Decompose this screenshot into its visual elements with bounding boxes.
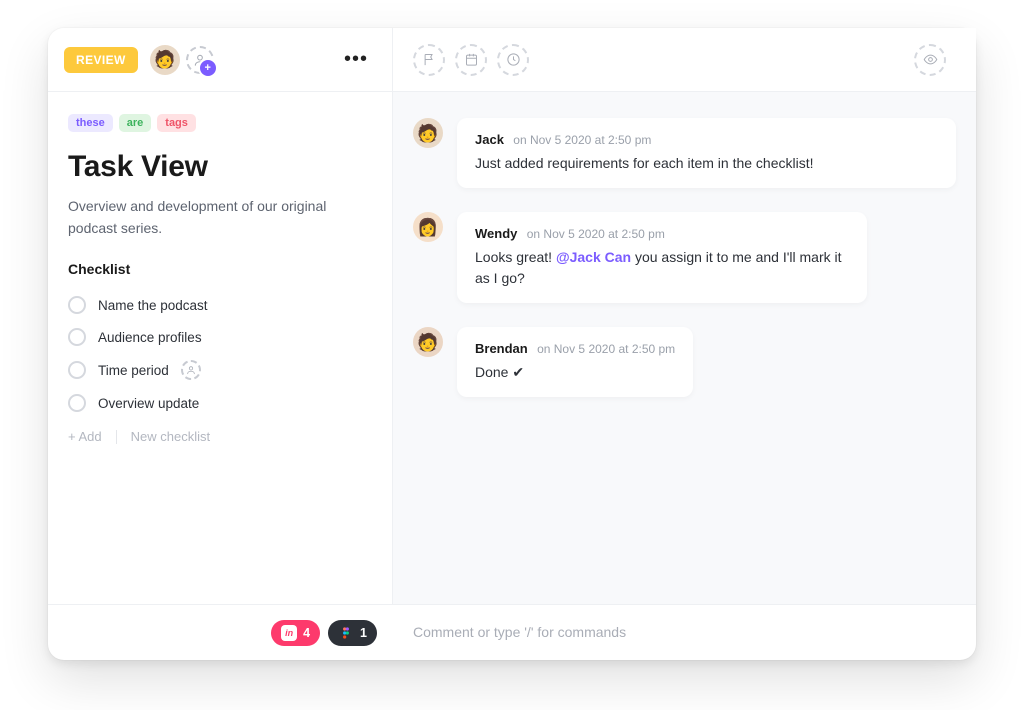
tag-row: these are tags	[68, 114, 372, 132]
divider	[116, 430, 117, 444]
invision-icon: in	[281, 625, 297, 641]
footer-right	[393, 624, 976, 642]
assignee-row: 🧑 +	[150, 45, 214, 75]
checklist-item-label: Overview update	[98, 396, 199, 411]
comment-input[interactable]	[413, 624, 956, 640]
checkbox[interactable]	[68, 394, 86, 412]
left-header: REVIEW 🧑 + •••	[48, 28, 392, 92]
avatar[interactable]: 👩	[413, 212, 443, 242]
add-assignee-button[interactable]: +	[186, 46, 214, 74]
checkbox[interactable]	[68, 361, 86, 379]
attachment-chip-invision[interactable]: in 4	[271, 620, 320, 646]
flag-icon	[422, 52, 437, 67]
plus-icon: +	[200, 60, 216, 76]
comment-timestamp: on Nov 5 2020 at 2:50 pm	[537, 342, 675, 356]
comment-body: Just added requirements for each item in…	[475, 153, 938, 174]
comment-body: Looks great! @Jack Can you assign it to …	[475, 247, 849, 289]
task-view-card: REVIEW 🧑 + ••• these are tags Task View	[48, 28, 976, 660]
time-button[interactable]	[497, 44, 529, 76]
calendar-icon	[464, 52, 479, 67]
comment: 👩 Wendy on Nov 5 2020 at 2:50 pm Looks g…	[413, 212, 956, 303]
add-item-button[interactable]: + Add	[68, 429, 102, 444]
comment-meta: Jack on Nov 5 2020 at 2:50 pm	[475, 132, 938, 147]
main-area: REVIEW 🧑 + ••• these are tags Task View	[48, 28, 976, 604]
avatar[interactable]: 🧑	[150, 45, 180, 75]
comment: 🧑 Jack on Nov 5 2020 at 2:50 pm Just add…	[413, 118, 956, 188]
person-icon	[186, 365, 196, 375]
chip-count: 4	[303, 626, 310, 640]
comment-list: 🧑 Jack on Nov 5 2020 at 2:50 pm Just add…	[393, 92, 976, 604]
watch-button[interactable]	[914, 44, 946, 76]
comment-timestamp: on Nov 5 2020 at 2:50 pm	[527, 227, 665, 241]
comment-timestamp: on Nov 5 2020 at 2:50 pm	[513, 133, 651, 147]
checklist-heading: Checklist	[68, 261, 372, 277]
left-body: these are tags Task View Overview and de…	[48, 92, 392, 604]
avatar[interactable]: 🧑	[413, 118, 443, 148]
checklist-add-row: + Add New checklist	[68, 429, 372, 444]
right-panel: 🧑 Jack on Nov 5 2020 at 2:50 pm Just add…	[393, 28, 976, 604]
comment-bubble: Wendy on Nov 5 2020 at 2:50 pm Looks gre…	[457, 212, 867, 303]
attachment-chip-figma[interactable]: 1	[328, 620, 377, 646]
figma-icon	[338, 625, 354, 641]
task-description[interactable]: Overview and development of our original…	[68, 196, 372, 239]
comment-author: Jack	[475, 132, 504, 147]
mention[interactable]: @Jack Can	[556, 249, 631, 265]
tag[interactable]: tags	[157, 114, 196, 132]
checklist-item[interactable]: Name the podcast	[68, 289, 372, 321]
checklist-item[interactable]: Audience profiles	[68, 321, 372, 353]
eye-icon	[923, 52, 938, 67]
tag[interactable]: are	[119, 114, 152, 132]
footer-left: in 4 1	[48, 620, 393, 646]
comment-body: Done ✔	[475, 362, 675, 383]
comment-author: Brendan	[475, 341, 528, 356]
checklist-item-label: Audience profiles	[98, 330, 202, 345]
page-title[interactable]: Task View	[68, 150, 372, 184]
clock-icon	[506, 52, 521, 67]
new-checklist-button[interactable]: New checklist	[131, 429, 210, 444]
comment-author: Wendy	[475, 226, 517, 241]
comment-meta: Wendy on Nov 5 2020 at 2:50 pm	[475, 226, 849, 241]
assignee-placeholder[interactable]	[181, 360, 201, 380]
right-header	[393, 28, 976, 92]
chip-count: 1	[360, 626, 367, 640]
priority-button[interactable]	[413, 44, 445, 76]
tag[interactable]: these	[68, 114, 113, 132]
checkbox[interactable]	[68, 328, 86, 346]
checklist-item[interactable]: Time period	[68, 353, 372, 387]
comment-meta: Brendan on Nov 5 2020 at 2:50 pm	[475, 341, 675, 356]
comment: 🧑 Brendan on Nov 5 2020 at 2:50 pm Done …	[413, 327, 956, 397]
more-menu-button[interactable]: •••	[336, 44, 376, 75]
comment-bubble: Brendan on Nov 5 2020 at 2:50 pm Done ✔	[457, 327, 693, 397]
left-panel: REVIEW 🧑 + ••• these are tags Task View	[48, 28, 393, 604]
date-button[interactable]	[455, 44, 487, 76]
avatar[interactable]: 🧑	[413, 327, 443, 357]
footer: in 4 1	[48, 604, 976, 660]
checkbox[interactable]	[68, 296, 86, 314]
checklist-item-label: Time period	[98, 363, 169, 378]
comment-bubble: Jack on Nov 5 2020 at 2:50 pm Just added…	[457, 118, 956, 188]
checklist-item[interactable]: Overview update	[68, 387, 372, 419]
checklist-item-label: Name the podcast	[98, 298, 208, 313]
status-badge[interactable]: REVIEW	[64, 47, 138, 73]
